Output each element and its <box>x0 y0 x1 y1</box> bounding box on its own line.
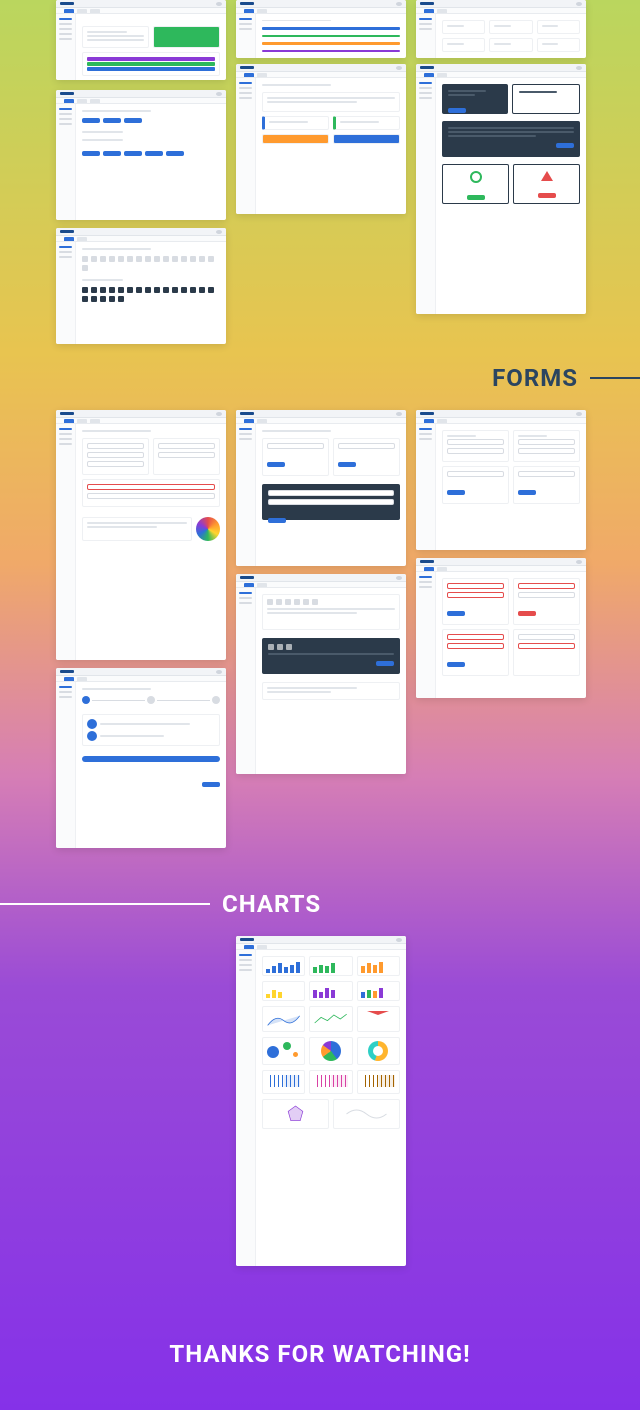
screenshot-forms-editor <box>236 574 406 774</box>
charts-heading-label: CHARTS <box>222 890 321 918</box>
screenshot-components-2 <box>236 0 406 58</box>
forms-heading: FORMS <box>492 364 640 392</box>
screenshot-icons <box>56 228 226 344</box>
screenshot-components-3 <box>416 0 586 58</box>
screenshot-forms-wizard <box>56 668 226 848</box>
screenshot-buttons <box>56 90 226 220</box>
screenshot-forms-validation <box>416 558 586 698</box>
charts-heading: CHARTS <box>0 890 321 918</box>
showcase-page: FORMS <box>0 0 640 1410</box>
footer-thanks: THANKS FOR WATCHING! <box>0 1340 640 1368</box>
forms-heading-label: FORMS <box>492 364 578 392</box>
screenshot-charts <box>236 936 406 1266</box>
screenshot-forms-groups <box>416 410 586 550</box>
screenshot-components-1 <box>56 0 226 80</box>
screenshot-cards <box>236 64 406 214</box>
screenshot-modals <box>416 64 586 314</box>
screenshot-forms-layout <box>56 410 226 660</box>
screenshot-forms-controls <box>236 410 406 566</box>
